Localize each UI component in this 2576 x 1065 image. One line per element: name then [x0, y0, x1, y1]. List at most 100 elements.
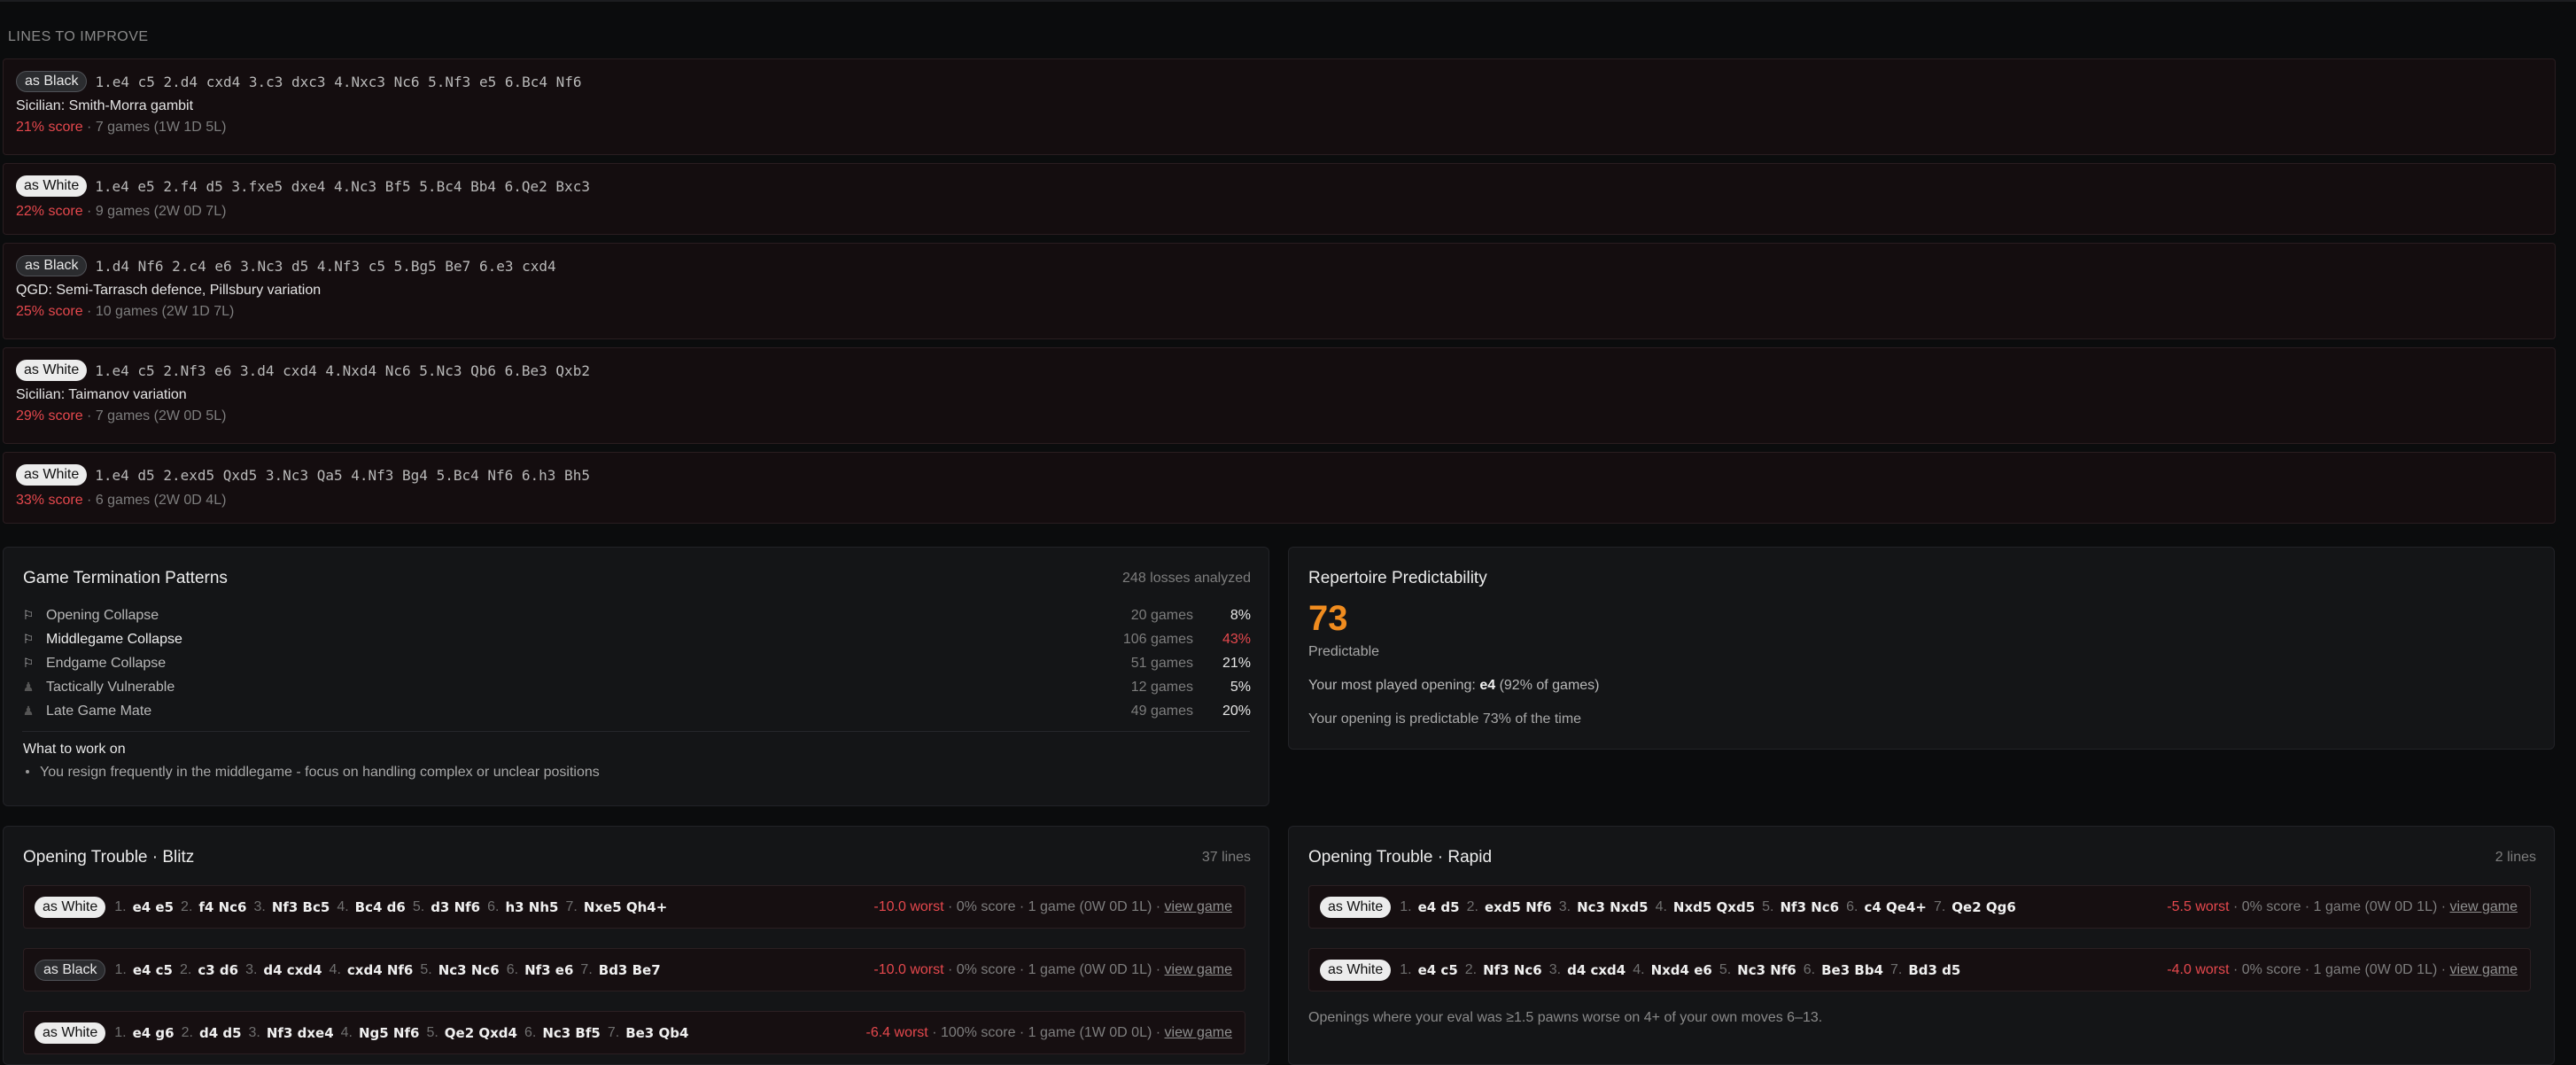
most-played-share: (92% of games): [1495, 678, 1600, 693]
view-game-link[interactable]: view game: [1165, 899, 1232, 914]
rapid-trouble-panel: Opening Trouble · Rapid 2 lines: [1288, 826, 2555, 1065]
move-pair: e4 d5: [1417, 898, 1460, 915]
trouble-row: as White 1. e4 g6 2. d4 d5 3. Nf3 dxe4 4. Ng5 Nf…: [23, 1011, 1245, 1054]
opening-name: QGD: Semi-Tarrasch defence, Pillsbury va…: [16, 283, 322, 298]
flag-icon: ⚐: [22, 656, 35, 670]
trouble-stats: -10.0 worst · 0% score · 1 game (0W 0D 1…: [873, 962, 1232, 978]
move-pair: Qe2 Qg6: [1951, 898, 2016, 915]
move-number: 6.: [1803, 961, 1816, 977]
move-pair: e4 e5: [132, 898, 175, 915]
move-pair: Nc3 Nf6: [1737, 961, 1796, 978]
move-number: 3.: [248, 1024, 260, 1040]
move-number: 1.: [114, 1024, 127, 1040]
termination-count: 12 games: [1130, 679, 1193, 695]
view-game-link[interactable]: view game: [2450, 962, 2518, 977]
lines-section-title: LINES TO IMPROVE: [8, 29, 149, 44]
move-number: 7.: [580, 961, 593, 977]
move-pair: Nxd4 e6: [1650, 961, 1712, 978]
move-number: 1.: [114, 961, 127, 977]
move-number: 2.: [1466, 898, 1478, 914]
termination-list: ⚐ Opening Collapse 20 games 8% ⚐ Middleg…: [19, 603, 1251, 723]
termination-percent: 5%: [1230, 679, 1251, 695]
trouble-stats: -6.4 worst · 100% score · 1 game (1W 0D …: [866, 1025, 1233, 1041]
view-game-link[interactable]: view game: [1165, 962, 1232, 977]
move-pair: e4 c5: [132, 961, 173, 978]
color-badge: as White: [1320, 959, 1392, 981]
most-played-prefix: Your most played opening:: [1308, 678, 1480, 693]
move-number: 5.: [1762, 898, 1774, 914]
line-card[interactable]: as White 1.e4 e5 2.f4 d5 3.fxe5 dxe4 4.N…: [3, 163, 2556, 235]
most-played-move: e4: [1479, 678, 1496, 693]
termination-percent: 8%: [1230, 607, 1251, 623]
move-number: 3.: [253, 898, 266, 914]
termination-count: 51 games: [1130, 655, 1193, 671]
most-played-opening: Your most played opening: e4 (92% of gam…: [1308, 678, 1600, 694]
move-number: 7.: [1890, 961, 1903, 977]
pawn-icon: ♟: [22, 680, 35, 694]
flag-icon: ⚐: [22, 632, 35, 646]
worst-eval: -5.5 worst: [2167, 898, 2230, 914]
divider: [22, 731, 1250, 732]
move-number: 2.: [181, 1024, 193, 1040]
trouble-row: as White 1. e4 c5 2. Nf3 Nc6 3. d4 cxd4 4. Nxd4 …: [1308, 948, 2531, 991]
line-card[interactable]: as White 1.e4 d5 2.exd5 Qxd5 3.Nc3 Qa5 4…: [3, 452, 2556, 524]
move-number: 4.: [337, 898, 349, 914]
move-number: 3.: [245, 961, 258, 977]
termination-count: 49 games: [1130, 703, 1193, 719]
color-badge: as White: [1320, 896, 1392, 918]
move-number: 2.: [1464, 961, 1478, 977]
move-pair: Nf3 Bc5: [271, 898, 330, 915]
trouble-summary: · 0% score · 1 game (0W 0D 1L) ·: [2229, 898, 2450, 914]
move-pair: Nc3 Nxd5: [1577, 898, 1649, 915]
score-line: 22% score · 9 games (2W 0D 7L): [16, 204, 2542, 220]
move-pair: cxd4 Nf6: [346, 961, 414, 978]
move-pair: e4 c5: [1417, 961, 1458, 978]
color-badge: as White: [16, 175, 88, 197]
move-number: 7.: [1933, 898, 1946, 914]
move-pair: Ng5 Nf6: [358, 1024, 420, 1041]
color-badge: as White: [16, 360, 88, 381]
work-on-text: You resign frequently in the middlegame …: [40, 765, 600, 780]
worst-eval: -6.4 worst: [865, 1024, 928, 1040]
move-pair: e4 g6: [132, 1024, 175, 1041]
score-value: 33% score: [16, 493, 83, 508]
score-line: 29% score · 7 games (2W 0D 5L): [16, 408, 2542, 424]
move-pair: Bd3 Be7: [598, 961, 661, 978]
move-number: 4.: [1633, 961, 1645, 977]
termination-row: ⚐ Opening Collapse 20 games 8%: [19, 603, 1251, 627]
move-pair: Nf3 e6: [524, 961, 574, 978]
move-number: 6.: [506, 961, 519, 977]
trouble-row: as White 1. e4 d5 2. exd5 Nf6 3. Nc3 Nxd5 4. Nxd…: [1308, 885, 2531, 929]
view-game-link[interactable]: view game: [2450, 899, 2518, 914]
move-number: 6.: [1846, 898, 1858, 914]
move-pair: c3 d6: [198, 961, 239, 978]
lines-count: 2 lines: [2495, 850, 2536, 865]
trouble-summary: · 0% score · 1 game (0W 0D 1L) ·: [2229, 961, 2450, 977]
predictability-score: 73: [1308, 599, 1348, 638]
move-number: 7.: [607, 1024, 620, 1040]
line-card[interactable]: as White 1.e4 c5 2.Nf3 e6 3.d4 cxd4 4.Nx…: [3, 347, 2556, 444]
work-on-item: You resign frequently in the middlegame …: [23, 765, 600, 781]
trouble-summary: · 0% score · 1 game (0W 0D 1L) ·: [943, 898, 1165, 914]
line-card[interactable]: as Black 1.d4 Nf6 2.c4 e6 3.Nc3 d5 4.Nf3…: [3, 243, 2556, 339]
trouble-stats: -5.5 worst · 0% score · 1 game (0W 0D 1L…: [2167, 899, 2518, 915]
move-pair: Bc4 d6: [354, 898, 406, 915]
worst-eval: -10.0 worst: [873, 961, 944, 977]
opening-name: Sicilian: Taimanov variation: [16, 387, 187, 402]
move-number: 4.: [1655, 898, 1667, 914]
move-pair: Nxe5 Qh4+: [583, 898, 668, 915]
move-number: 2.: [181, 898, 193, 914]
line-card[interactable]: as Black 1.e4 c5 2.d4 cxd4 3.c3 dxc3 4.N…: [3, 58, 2556, 155]
view-game-link[interactable]: view game: [1165, 1025, 1232, 1040]
termination-row: ⚐ Endgame Collapse 51 games 21%: [19, 651, 1251, 675]
trouble-stats: -4.0 worst · 0% score · 1 game (0W 0D 1L…: [2167, 962, 2518, 978]
trouble-summary: · 100% score · 1 game (1W 0D 0L) ·: [927, 1024, 1165, 1040]
move-pair: d3 Nf6: [431, 898, 481, 915]
move-number: 3.: [1548, 961, 1562, 977]
move-pair: Nc3 Nc6: [438, 961, 500, 978]
opening-name: Sicilian: Smith-Morra gambit: [16, 98, 194, 113]
move-number: 5.: [1719, 961, 1732, 977]
move-sequence: 1.d4 Nf6 2.c4 e6 3.Nc3 d5 4.Nf3 c5 5.Bg5…: [95, 257, 556, 275]
trouble-summary: · 0% score · 1 game (0W 0D 1L) ·: [943, 961, 1165, 977]
trouble-row: as Black 1. e4 c5 2. c3 d6 3. d4 cxd4 4. cxd4 Nf…: [23, 948, 1245, 991]
